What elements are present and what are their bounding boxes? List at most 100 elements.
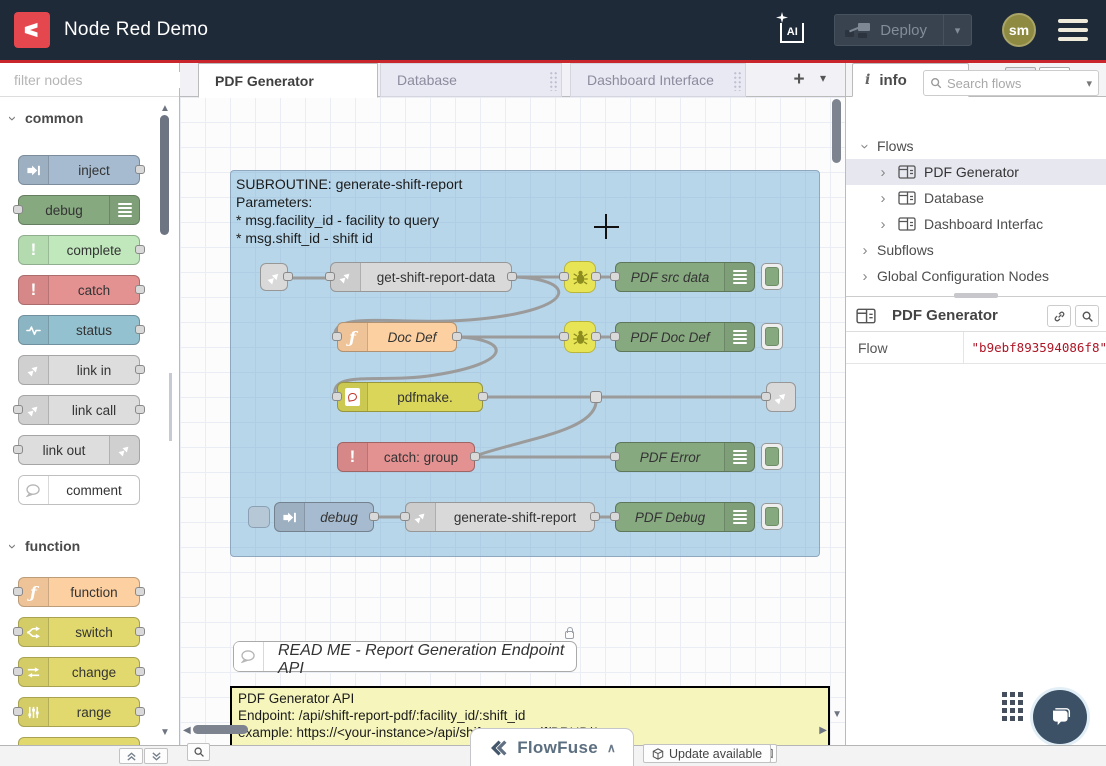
user-avatar[interactable]: sm — [1002, 13, 1036, 47]
sidebar-section-divider[interactable] — [846, 296, 1106, 297]
node-readme-comment[interactable]: READ ME - Report Generation Endpoint API — [233, 641, 577, 672]
debug-toggle-button[interactable] — [761, 263, 783, 290]
update-available-button[interactable]: Update available — [643, 744, 771, 763]
palette-expand-all-button[interactable] — [144, 748, 168, 764]
input-port[interactable] — [559, 272, 569, 281]
scrollbar-right-icon[interactable]: ▶ — [819, 725, 827, 736]
input-port[interactable] — [559, 332, 569, 341]
scrollbar-down-icon[interactable]: ▼ — [160, 727, 170, 738]
tab-dashboard-interface[interactable]: Dashboard Interface — [570, 63, 746, 97]
debug-bug-node[interactable] — [564, 321, 596, 353]
palette-node-comment[interactable]: comment — [18, 475, 140, 505]
node-get-shift-report-data[interactable]: get-shift-report-data — [330, 262, 512, 292]
output-port[interactable] — [507, 272, 517, 281]
category-function[interactable]: › function — [10, 535, 179, 557]
chat-widget-button[interactable] — [1033, 690, 1087, 744]
output-port[interactable] — [135, 405, 145, 414]
tree-item-pdf-generator[interactable]: › PDF Generator — [846, 159, 1106, 185]
input-port[interactable] — [13, 707, 23, 716]
input-port[interactable] — [332, 392, 342, 401]
category-common[interactable]: › common — [10, 107, 179, 129]
output-port[interactable] — [135, 325, 145, 334]
debug-toggle-button[interactable] — [761, 323, 783, 350]
flow-canvas[interactable]: SUBROUTINE: generate-shift-report Parame… — [180, 97, 845, 745]
palette-node-debug[interactable]: debug — [18, 195, 140, 225]
scrollbar-left-icon[interactable]: ◀ — [183, 725, 191, 736]
divider-grip[interactable] — [954, 293, 998, 298]
input-port[interactable] — [13, 405, 23, 414]
canvas-search-button[interactable] — [187, 743, 210, 761]
output-port[interactable] — [369, 512, 379, 521]
palette-resize-handle[interactable] — [169, 373, 172, 441]
tree-item-subflows[interactable]: › Subflows — [846, 237, 1106, 263]
input-port[interactable] — [400, 512, 410, 521]
palette-scroll-area[interactable]: › common inject debug ! complete ! catch… — [0, 97, 179, 745]
palette-node-change[interactable]: change — [18, 657, 140, 687]
palette-node-status[interactable]: status — [18, 315, 140, 345]
canvas-vscrollbar-thumb[interactable] — [832, 99, 841, 163]
palette-node-inject[interactable]: inject — [18, 155, 140, 185]
input-port[interactable] — [13, 667, 23, 676]
input-port[interactable] — [610, 512, 620, 521]
tree-item-database[interactable]: › Database — [846, 185, 1106, 211]
output-port[interactable] — [452, 332, 462, 341]
palette-node-function[interactable]: ƒ function — [18, 577, 140, 607]
node-pdf-src-data[interactable]: PDF src data — [615, 262, 755, 292]
filter-nodes-input[interactable] — [14, 72, 195, 88]
tab-list-caret[interactable]: ▾ — [820, 71, 826, 85]
tab-drag-grip[interactable] — [733, 71, 742, 91]
search-node-button[interactable] — [1075, 305, 1099, 327]
search-flows-input[interactable] — [947, 76, 1081, 91]
output-port[interactable] — [135, 627, 145, 636]
output-port[interactable] — [135, 587, 145, 596]
tree-item-global-config[interactable]: › Global Configuration Nodes — [846, 263, 1106, 289]
wire-junction[interactable] — [590, 391, 602, 403]
node-pdfmake[interactable]: pdfmake. — [337, 382, 483, 412]
main-menu-button[interactable] — [1058, 19, 1088, 41]
input-port[interactable] — [610, 272, 620, 281]
debug-toggle-button[interactable] — [761, 443, 783, 470]
output-port[interactable] — [135, 165, 145, 174]
palette-node-link-call[interactable]: link call — [18, 395, 140, 425]
output-port[interactable] — [135, 245, 145, 254]
output-port[interactable] — [590, 512, 600, 521]
add-flow-button[interactable]: + — [786, 68, 812, 92]
tree-item-dashboard-interface[interactable]: › Dashboard Interfac — [846, 211, 1106, 237]
input-port[interactable] — [13, 627, 23, 636]
input-port[interactable] — [13, 587, 23, 596]
ai-assistant-button[interactable]: AI — [778, 15, 808, 45]
palette-node-catch[interactable]: ! catch — [18, 275, 140, 305]
palette-node-link-in[interactable]: link in — [18, 355, 140, 385]
input-port[interactable] — [610, 452, 620, 461]
scrollbar-down-icon[interactable]: ▼ — [832, 709, 842, 720]
input-port[interactable] — [325, 272, 335, 281]
palette-scrollbar-thumb[interactable] — [160, 115, 169, 235]
input-port[interactable] — [761, 392, 771, 401]
output-port[interactable] — [135, 707, 145, 716]
palette-node-complete[interactable]: ! complete — [18, 235, 140, 265]
output-port[interactable] — [135, 667, 145, 676]
widget-drag-dots[interactable] — [1002, 692, 1023, 721]
output-port[interactable] — [478, 392, 488, 401]
scrollbar-up-icon[interactable]: ▲ — [160, 103, 170, 114]
palette-collapse-all-button[interactable] — [119, 748, 143, 764]
tab-database[interactable]: Database — [380, 63, 562, 97]
tab-drag-grip[interactable] — [549, 71, 558, 91]
debug-bug-node[interactable] — [564, 261, 596, 293]
flowfuse-panel-button[interactable]: FlowFuse ∧ — [470, 728, 634, 766]
tree-item-flows[interactable]: › Flows — [846, 133, 1106, 159]
link-out-node[interactable] — [766, 382, 796, 412]
node-catch-group[interactable]: ! catch: group — [337, 442, 475, 472]
palette-node-link-out[interactable]: link out — [18, 435, 140, 465]
output-port[interactable] — [591, 332, 601, 341]
input-port[interactable] — [13, 445, 23, 454]
output-port[interactable] — [135, 285, 145, 294]
canvas-hscrollbar-thumb[interactable] — [193, 725, 248, 734]
palette-node-partial[interactable] — [18, 737, 140, 745]
node-pdf-debug[interactable]: PDF Debug — [615, 502, 755, 532]
output-port[interactable] — [283, 272, 293, 281]
deploy-button[interactable]: Deploy ▾ — [834, 14, 972, 46]
input-port[interactable] — [610, 332, 620, 341]
node-inject-debug[interactable]: debug — [274, 502, 374, 532]
node-pdf-doc-def[interactable]: PDF Doc Def — [615, 322, 755, 352]
